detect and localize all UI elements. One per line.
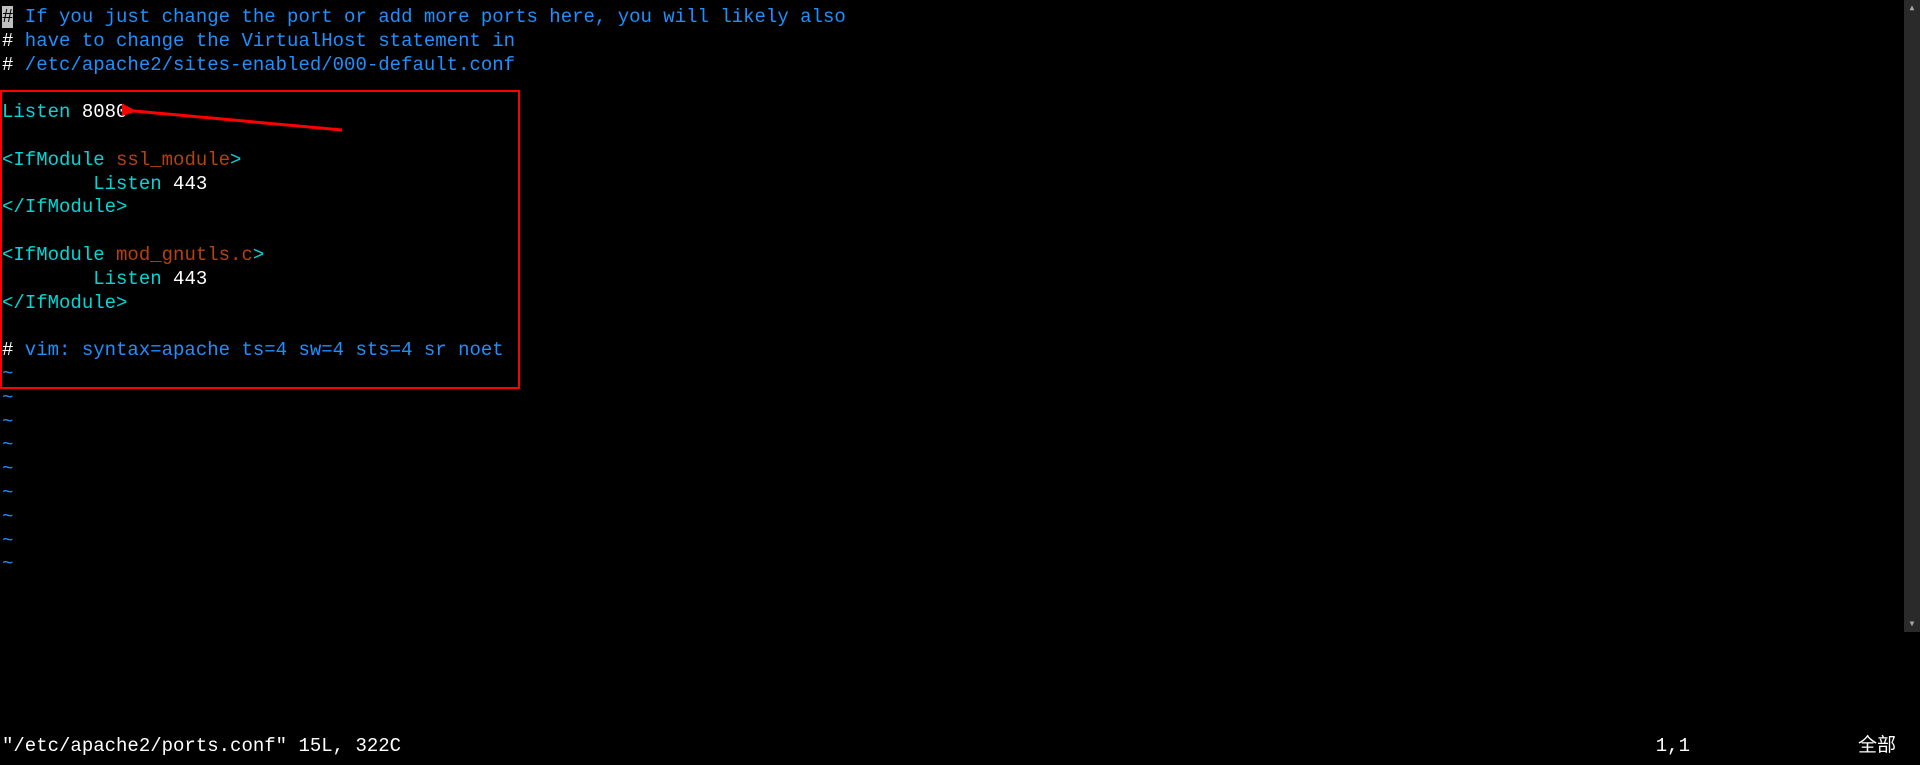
editor-viewport[interactable]: # If you just change the port or add mor… bbox=[0, 0, 1920, 577]
directive-listen: Listen bbox=[93, 173, 161, 195]
status-extent: 全部 bbox=[1858, 735, 1896, 759]
empty-line-tilde: ~ bbox=[2, 553, 13, 575]
port-443: 443 bbox=[162, 173, 208, 195]
tag-ifmodule: IfModule bbox=[25, 292, 116, 314]
empty-line-tilde: ~ bbox=[2, 434, 13, 456]
tag-ifmodule: IfModule bbox=[13, 149, 104, 171]
tag-close-bracket: > bbox=[116, 196, 127, 218]
cursor: # bbox=[2, 6, 13, 28]
tag-close-bracket: > bbox=[116, 292, 127, 314]
scrollbar[interactable]: ▴ ▾ bbox=[1904, 0, 1920, 632]
empty-line-tilde: ~ bbox=[2, 411, 13, 433]
tag-end-open: </ bbox=[2, 292, 25, 314]
empty-line-tilde: ~ bbox=[2, 387, 13, 409]
status-filename: "/etc/apache2/ports.conf" 15L, 322C bbox=[2, 735, 401, 759]
hash: # bbox=[2, 339, 13, 361]
directive-listen: Listen bbox=[2, 101, 70, 123]
empty-line-tilde: ~ bbox=[2, 363, 13, 385]
tag-close-bracket: > bbox=[253, 244, 264, 266]
scroll-down-icon[interactable]: ▾ bbox=[1904, 616, 1920, 632]
tag-open: < bbox=[2, 149, 13, 171]
port-443: 443 bbox=[162, 268, 208, 290]
arg-mod-gnutls: mod_gnutls.c bbox=[105, 244, 253, 266]
comment-line-3: /etc/apache2/sites-enabled/000-default.c… bbox=[13, 54, 515, 76]
scroll-up-icon[interactable]: ▴ bbox=[1904, 0, 1920, 16]
tag-ifmodule: IfModule bbox=[13, 244, 104, 266]
indent bbox=[2, 268, 93, 290]
empty-line-tilde: ~ bbox=[2, 482, 13, 504]
comment-line-1: If you just change the port or add more … bbox=[13, 6, 845, 28]
comment-line-2: have to change the VirtualHost statement… bbox=[13, 30, 515, 52]
empty-line-tilde: ~ bbox=[2, 458, 13, 480]
directive-listen: Listen bbox=[93, 268, 161, 290]
indent bbox=[2, 173, 93, 195]
arg-ssl-module: ssl_module bbox=[105, 149, 230, 171]
tag-ifmodule: IfModule bbox=[25, 196, 116, 218]
port-8080: 8080 bbox=[70, 101, 127, 123]
empty-line-tilde: ~ bbox=[2, 530, 13, 552]
tag-close-bracket: > bbox=[230, 149, 241, 171]
status-cursor-position: 1,1 bbox=[1656, 735, 1690, 759]
tag-end-open: </ bbox=[2, 196, 25, 218]
vim-modeline: vim: syntax=apache ts=4 sw=4 sts=4 sr no… bbox=[13, 339, 503, 361]
empty-line-tilde: ~ bbox=[2, 506, 13, 528]
hash: # bbox=[2, 54, 13, 76]
hash: # bbox=[2, 30, 13, 52]
tag-open: < bbox=[2, 244, 13, 266]
